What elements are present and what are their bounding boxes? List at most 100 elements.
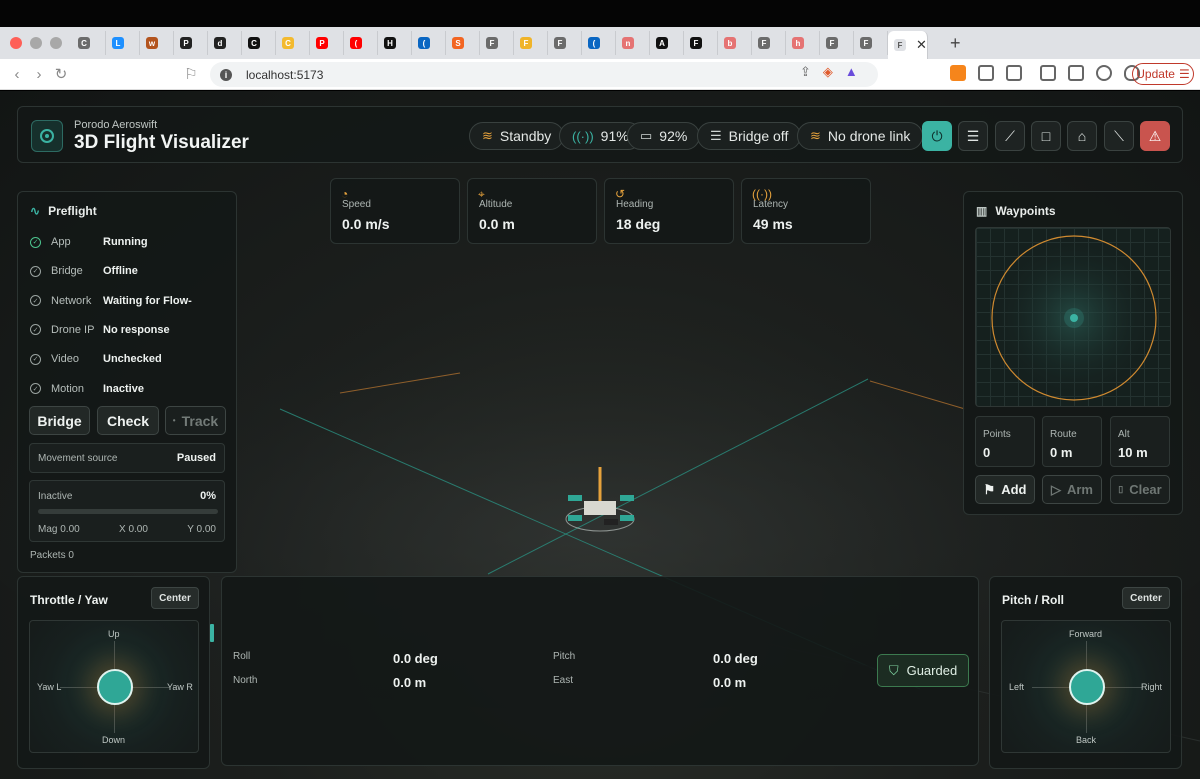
close-tab-icon[interactable]: ✕: [916, 37, 927, 53]
brave-shield-icon[interactable]: ◈: [823, 64, 833, 80]
tab-favicon: P: [316, 37, 328, 49]
emergency-button[interactable]: ⚠: [1140, 121, 1170, 151]
clear-button[interactable]: ▯ Clear: [1110, 475, 1170, 504]
power-button[interactable]: ⏻: [922, 121, 952, 151]
wallet-icon[interactable]: [1068, 65, 1084, 81]
yaw-left-label: Yaw L: [37, 682, 62, 692]
north-value: 0.0 m: [393, 675, 427, 690]
tab-favicon: C: [78, 37, 90, 49]
y-value: Y 0.00: [187, 524, 216, 535]
tab-favicon: d: [214, 37, 226, 49]
browser-tab[interactable]: h: [786, 31, 820, 55]
browser-tab[interactable]: d: [208, 31, 242, 55]
add-waypoint-button[interactable]: ⚑ Add: [975, 475, 1035, 504]
arm-button[interactable]: ▷ Arm: [1042, 475, 1102, 504]
home-button[interactable]: ⌂: [1067, 121, 1097, 151]
browser-tab[interactable]: (: [412, 31, 446, 55]
browser-tab[interactable]: F: [752, 31, 786, 55]
site-info-icon[interactable]: i: [220, 68, 232, 81]
power-icon: ⏻: [931, 127, 943, 144]
alt-stat: Alt 10 m: [1110, 416, 1170, 467]
stop-button[interactable]: □: [1031, 121, 1061, 151]
check-button[interactable]: Check: [97, 406, 159, 435]
extensions-icon[interactable]: [978, 65, 994, 81]
browser-tab[interactable]: b: [718, 31, 752, 55]
bookmark-icon[interactable]: ⚐: [180, 65, 202, 83]
tab-favicon: P: [180, 37, 192, 49]
land-icon: ⟍: [1114, 127, 1124, 144]
bridge-pill: ☰ Bridge off: [697, 122, 802, 150]
movement-label: Movement source: [38, 452, 118, 464]
bridge-button[interactable]: ☰: [958, 121, 988, 151]
pitch-center-button[interactable]: Center: [1122, 587, 1170, 609]
guarded-label: Guarded: [906, 663, 958, 678]
browser-tab[interactable]: C: [72, 31, 106, 55]
browser-tab[interactable]: n: [616, 31, 650, 55]
tab-favicon: b: [724, 37, 736, 49]
browser-tab[interactable]: S: [446, 31, 480, 55]
preflight-row-label: Motion: [51, 382, 85, 395]
browser-tab[interactable]: F: [854, 31, 888, 55]
browser-tab[interactable]: H: [378, 31, 412, 55]
update-button[interactable]: Update ☰: [1132, 63, 1194, 85]
land-button[interactable]: ⟍: [1104, 121, 1134, 151]
brave-rewards-icon[interactable]: ▲: [845, 64, 858, 80]
east-value: 0.0 m: [713, 675, 747, 690]
throttle-center-button[interactable]: Center: [151, 587, 199, 609]
pitch-roll-pad[interactable]: Forward Back Left Right: [1001, 620, 1171, 753]
browser-tab[interactable]: A: [650, 31, 684, 55]
bridge-button[interactable]: Bridge: [29, 406, 90, 435]
browser-tab[interactable]: F: [820, 31, 854, 55]
back-icon[interactable]: ‹: [6, 66, 28, 83]
minimize-window-button[interactable]: [30, 37, 42, 49]
trash-icon: ▯: [1118, 484, 1124, 494]
packets-count: Packets 0: [30, 550, 74, 561]
guarded-badge[interactable]: ⛉ Guarded: [877, 654, 969, 687]
track-button[interactable]: • Track: [165, 406, 226, 435]
pitch-roll-knob[interactable]: [1069, 669, 1105, 705]
browser-tab[interactable]: P: [310, 31, 344, 55]
home-icon: ⌂: [1077, 128, 1087, 144]
preflight-row-value: No response: [103, 323, 170, 336]
browser-tab[interactable]: L: [106, 31, 140, 55]
latency-value: 49 ms: [753, 216, 793, 232]
check-circle-icon: ✓: [30, 324, 41, 336]
waypoint-map[interactable]: [975, 227, 1171, 407]
back-label: Back: [1076, 735, 1097, 745]
tab-favicon: F: [860, 37, 872, 49]
metamask-icon[interactable]: [950, 65, 966, 81]
tab-favicon: F: [690, 37, 702, 49]
new-tab-button[interactable]: +: [950, 33, 961, 54]
browser-tab[interactable]: (: [344, 31, 378, 55]
zoom-window-button[interactable]: [50, 37, 62, 49]
scroll-indicator: [210, 624, 214, 642]
close-window-button[interactable]: [10, 37, 22, 49]
browser-tab[interactable]: F: [514, 31, 548, 55]
tab-favicon: n: [622, 37, 634, 49]
waypoints-panel: ▥ Waypoints Points 0 Route 0 m Alt 10 m …: [963, 191, 1183, 515]
browser-tab[interactable]: F: [548, 31, 582, 55]
leo-icon[interactable]: [1096, 65, 1112, 81]
route-label: Route: [1050, 429, 1077, 440]
throttle-yaw-knob[interactable]: [97, 669, 133, 705]
share-icon[interactable]: ⇪: [800, 64, 811, 80]
reload-icon[interactable]: ↻: [50, 65, 72, 83]
browser-tab[interactable]: C: [276, 31, 310, 55]
browser-tab[interactable]: w: [140, 31, 174, 55]
reader-icon[interactable]: [1006, 65, 1022, 81]
tab-active[interactable]: F ✕: [888, 31, 928, 59]
browser-tab[interactable]: F: [480, 31, 514, 55]
browser-tab[interactable]: (: [582, 31, 616, 55]
app-header: Porodo Aeroswift 3D Flight Visualizer ≋ …: [17, 106, 1183, 163]
east-label: East: [553, 675, 574, 686]
browser-tab[interactable]: P: [174, 31, 208, 55]
link-pill: ≋ No drone link: [797, 122, 924, 150]
preflight-row-label: Drone IP: [51, 323, 95, 336]
browser-tab[interactable]: F: [684, 31, 718, 55]
sidebar-icon[interactable]: [1040, 65, 1056, 81]
forward-icon[interactable]: ›: [28, 66, 50, 83]
takeoff-button[interactable]: ⟋: [995, 121, 1025, 151]
browser-tab[interactable]: C: [242, 31, 276, 55]
url-field[interactable]: i localhost:5173: [210, 62, 878, 87]
throttle-yaw-pad[interactable]: Up Down Yaw L Yaw R: [29, 620, 199, 753]
